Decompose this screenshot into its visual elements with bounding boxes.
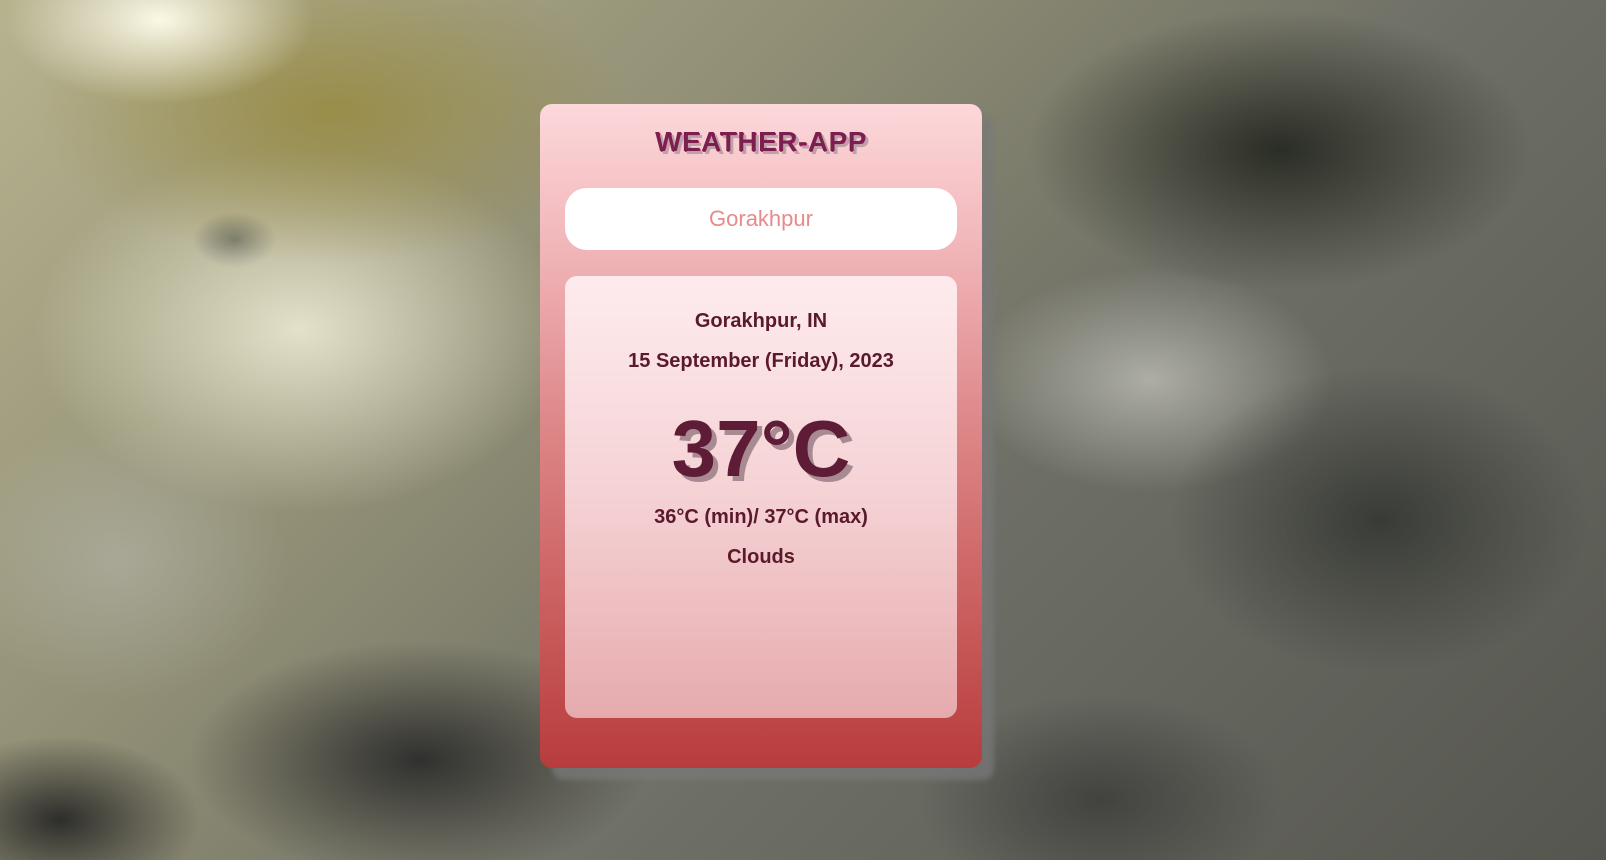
location-label: Gorakhpur, IN	[694, 310, 828, 332]
temperature-value: 37°C	[671, 404, 851, 493]
weather-card: WEATHER-APP Gorakhpur, IN 15 September (…	[540, 104, 982, 768]
app-title: WEATHER-APP	[655, 126, 867, 157]
date-label: 15 September (Friday), 2023	[628, 350, 894, 372]
background-cloud-image: WEATHER-APP Gorakhpur, IN 15 September (…	[0, 0, 1606, 860]
city-search-input[interactable]	[565, 188, 957, 250]
weather-condition: Clouds	[727, 546, 795, 568]
weather-info-panel: Gorakhpur, IN 15 September (Friday), 202…	[565, 276, 957, 718]
min-max-temperature: 36°C (min)/ 37°C (max)	[654, 506, 868, 528]
